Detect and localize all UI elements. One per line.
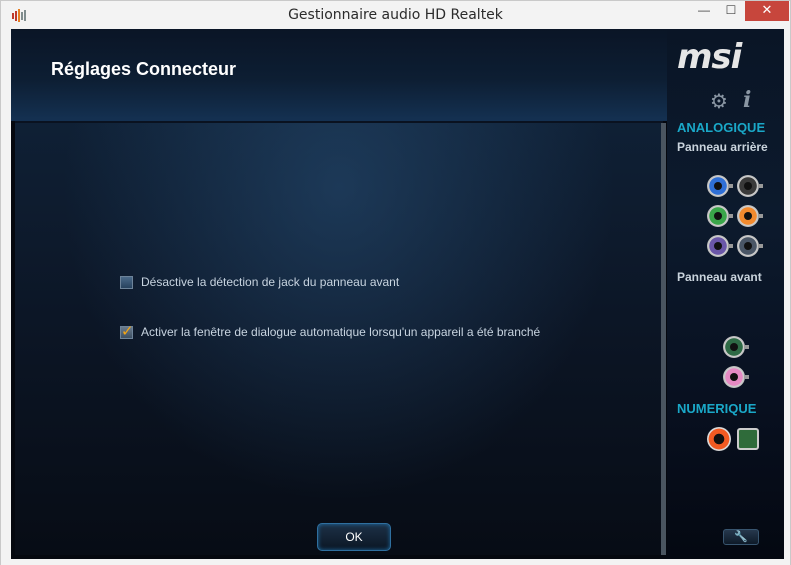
rear-panel-label: Panneau arrière xyxy=(677,140,768,154)
auto-popup-dialog-checkbox[interactable]: ✓ xyxy=(120,323,134,340)
auto-popup-dialog-option[interactable]: ✓ Activer la fenêtre de dialogue automat… xyxy=(120,323,541,340)
wrench-icon: 🔧 xyxy=(734,531,748,543)
ok-button[interactable]: OK xyxy=(317,523,391,551)
msi-logo: msi xyxy=(677,37,742,77)
title-bar[interactable]: Gestionnaire audio HD Realtek — ☐ ✕ xyxy=(1,1,790,29)
analog-section-title: ANALOGIQUE xyxy=(677,120,766,135)
jack-rear-black-icon[interactable] xyxy=(737,175,763,197)
checkmark-icon: ✓ xyxy=(121,322,134,340)
digital-coaxial-icon[interactable] xyxy=(707,427,731,451)
connector-sidebar: msi ⚙ i ANALOGIQUE Panneau arrière Panne… xyxy=(667,29,784,559)
connector-settings-panel: Désactive la détection de jack du pannea… xyxy=(15,121,663,555)
page-header: Réglages Connecteur xyxy=(11,29,667,121)
maximize-button[interactable]: ☐ xyxy=(718,1,744,21)
info-icon[interactable]: i xyxy=(743,87,751,113)
digital-optical-icon[interactable] xyxy=(737,428,759,450)
auto-popup-dialog-label: Activer la fenêtre de dialogue automatiq… xyxy=(141,325,541,339)
disable-front-jack-detection-checkbox[interactable] xyxy=(120,275,133,289)
jack-rear-gray-icon[interactable] xyxy=(737,235,763,257)
digital-section-title: NUMERIQUE xyxy=(677,401,757,416)
jack-rear-green-icon[interactable] xyxy=(707,205,733,227)
page-title: Réglages Connecteur xyxy=(51,59,237,79)
panel-divider xyxy=(661,123,666,555)
disable-front-jack-detection-label: Désactive la détection de jack du pannea… xyxy=(141,275,400,289)
jack-rear-blue-icon[interactable] xyxy=(707,175,733,197)
window-title: Gestionnaire audio HD Realtek xyxy=(288,7,503,23)
jack-rear-orange-icon[interactable] xyxy=(737,205,763,227)
window-bottom-border xyxy=(1,559,790,565)
gear-icon[interactable]: ⚙ xyxy=(710,89,728,114)
disable-front-jack-detection-option[interactable]: Désactive la détection de jack du pannea… xyxy=(120,275,399,289)
jack-front-green-icon[interactable] xyxy=(723,336,749,358)
minimize-button[interactable]: — xyxy=(691,1,717,21)
front-panel-label: Panneau avant xyxy=(677,270,762,284)
jack-rear-purple-icon[interactable] xyxy=(707,235,733,257)
close-button[interactable]: ✕ xyxy=(745,1,789,21)
client-area: Réglages Connecteur Désactive la détecti… xyxy=(11,29,784,559)
jack-front-pink-icon[interactable] xyxy=(723,366,749,388)
application-window: Gestionnaire audio HD Realtek — ☐ ✕ Régl… xyxy=(0,0,791,565)
wrench-settings-button[interactable]: 🔧 xyxy=(723,529,759,545)
